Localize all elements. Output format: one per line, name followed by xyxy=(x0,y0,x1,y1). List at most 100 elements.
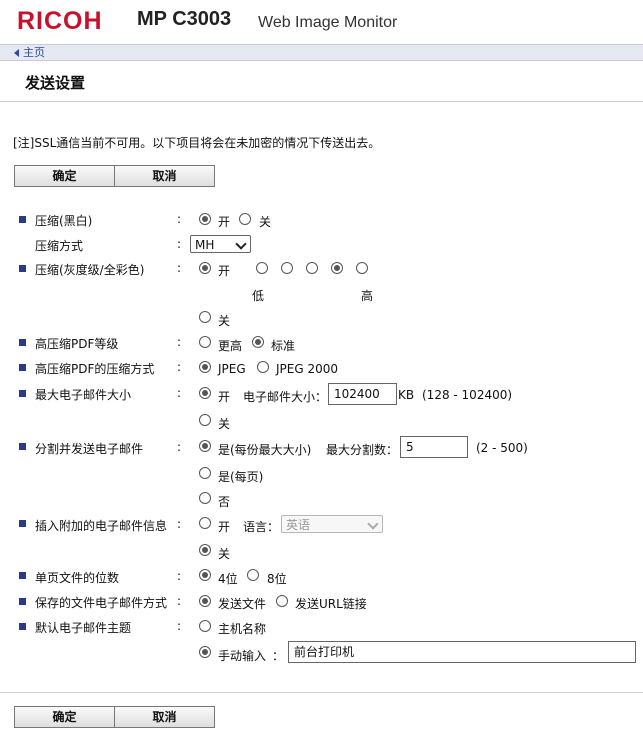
max-email-off-label: 关 xyxy=(218,417,231,431)
cancel-button[interactable]: 取消 xyxy=(114,166,214,186)
email-size-range: (128 - 102400) xyxy=(422,388,513,402)
compress-level-5-radio[interactable] xyxy=(356,262,368,274)
digits-label: 单页文件的位数 xyxy=(35,571,120,585)
colon: : xyxy=(177,440,182,454)
colon: : xyxy=(177,261,182,275)
send-file-radio[interactable] xyxy=(199,595,211,607)
nav-bar: 主页 xyxy=(0,44,643,61)
divider xyxy=(0,101,643,102)
bullet-icon xyxy=(19,598,26,605)
chevron-down-icon xyxy=(235,238,247,250)
compress-level-3-radio[interactable] xyxy=(306,262,318,274)
compress-bw-off-label: 关 xyxy=(259,215,272,229)
insert-info-label: 插入附加的电子邮件信息 xyxy=(35,519,168,533)
back-arrow-icon xyxy=(14,49,19,57)
split-per-page-label: 是(每页) xyxy=(218,470,264,484)
insert-info-off-radio[interactable] xyxy=(199,544,211,556)
bullet-icon xyxy=(19,390,26,397)
compress-bw-on-radio[interactable] xyxy=(199,213,211,225)
manual-input-label: 手动输入 xyxy=(218,649,267,663)
max-split-label: 最大分割数： xyxy=(326,443,399,457)
colon: : xyxy=(177,619,182,633)
pdf-method-jpeg-label: JPEG xyxy=(218,362,246,376)
max-split-input[interactable]: 5 xyxy=(400,436,468,458)
digits-8-label: 8位 xyxy=(267,572,287,586)
compress-color-on-label: 开 xyxy=(218,264,231,278)
split-no-radio[interactable] xyxy=(199,492,211,504)
top-banner: RICOH MP C3003 Web Image Monitor xyxy=(0,0,643,44)
chevron-down-icon xyxy=(367,518,379,530)
max-email-on-label: 开 xyxy=(218,390,231,404)
level-high-label: 高 xyxy=(361,289,374,303)
compress-bw-off-radio[interactable] xyxy=(239,213,251,225)
colon: : xyxy=(177,594,182,608)
compress-color-off-radio[interactable] xyxy=(199,311,211,323)
email-size-label: 电子邮件大小： xyxy=(243,390,328,404)
send-url-radio[interactable] xyxy=(276,595,288,607)
insert-info-off-label: 关 xyxy=(218,547,231,561)
model-name: MP C3003 xyxy=(137,8,232,30)
subject-label: 默认电子邮件主题 xyxy=(35,621,132,635)
colon: : xyxy=(177,569,182,583)
pdf-level-standard-radio[interactable] xyxy=(252,336,264,348)
bullet-icon xyxy=(19,216,26,223)
digits-4-radio[interactable] xyxy=(199,569,211,581)
ssl-note: [注]SSL通信当前不可用。以下项目将会在未加密的情况下传送出去。 xyxy=(13,136,381,150)
compress-level-4-radio[interactable] xyxy=(331,262,343,274)
pdf-level-higher-label: 更高 xyxy=(218,339,243,353)
manual-input-colon: ： xyxy=(272,649,285,663)
email-size-input[interactable]: 102400 xyxy=(328,383,397,405)
split-max-size-radio[interactable] xyxy=(199,440,211,452)
pdf-method-jpeg2000-radio[interactable] xyxy=(257,361,269,373)
bullet-icon xyxy=(19,364,26,371)
digits-8-radio[interactable] xyxy=(247,569,259,581)
send-file-label: 发送文件 xyxy=(218,597,267,611)
top-button-bar: 确定 取消 xyxy=(14,165,215,187)
save-method-label: 保存的文件电子邮件方式 xyxy=(35,596,168,610)
split-per-page-radio[interactable] xyxy=(199,467,211,479)
send-url-label: 发送URL链接 xyxy=(295,597,367,611)
compress-method-select[interactable]: MH xyxy=(190,235,251,253)
compress-bw-label: 压缩(黑白) xyxy=(35,214,93,228)
page-title: 发送设置 xyxy=(25,74,86,92)
split-no-label: 否 xyxy=(218,495,231,509)
bullet-icon xyxy=(19,520,26,527)
product-name: Web Image Monitor xyxy=(258,14,398,31)
hostname-label: 主机名称 xyxy=(218,622,267,636)
bullet-icon xyxy=(19,572,26,579)
insert-info-on-radio[interactable] xyxy=(199,517,211,529)
colon: : xyxy=(177,517,182,531)
compress-color-label: 压缩(灰度级/全彩色) xyxy=(35,263,145,277)
colon: : xyxy=(177,335,182,349)
home-link[interactable]: 主页 xyxy=(14,45,45,60)
manual-input-radio[interactable] xyxy=(199,646,211,658)
pdf-method-label: 高压缩PDF的压缩方式 xyxy=(35,362,155,376)
max-email-label: 最大电子邮件大小 xyxy=(35,388,132,402)
max-email-on-radio[interactable] xyxy=(199,387,211,399)
compress-method-label: 压缩方式 xyxy=(35,239,84,253)
pdf-level-higher-radio[interactable] xyxy=(199,336,211,348)
compress-level-2-radio[interactable] xyxy=(281,262,293,274)
bullet-icon xyxy=(19,443,26,450)
max-email-off-radio[interactable] xyxy=(199,414,211,426)
language-select[interactable]: 英语 xyxy=(281,515,383,533)
ok-button[interactable]: 确定 xyxy=(15,707,114,727)
compress-level-1-radio[interactable] xyxy=(256,262,268,274)
subject-input[interactable]: 前台打印机 xyxy=(288,641,636,663)
colon: : xyxy=(177,237,182,251)
insert-info-on-label: 开 xyxy=(218,520,231,534)
compress-bw-on-label: 开 xyxy=(218,215,231,229)
email-size-unit: KB xyxy=(398,388,415,402)
bullet-icon xyxy=(19,339,26,346)
bullet-icon xyxy=(19,623,26,630)
cancel-button[interactable]: 取消 xyxy=(114,707,214,727)
digits-4-label: 4位 xyxy=(218,572,238,586)
brand-logo: RICOH xyxy=(17,7,103,35)
split-max-size-label: 是(每份最大大小) xyxy=(218,443,312,457)
language-label: 语言： xyxy=(243,520,280,534)
ok-button[interactable]: 确定 xyxy=(15,166,114,186)
hostname-radio[interactable] xyxy=(199,620,211,632)
compress-color-on-radio[interactable] xyxy=(199,262,211,274)
colon: : xyxy=(177,212,182,226)
pdf-method-jpeg-radio[interactable] xyxy=(199,361,211,373)
